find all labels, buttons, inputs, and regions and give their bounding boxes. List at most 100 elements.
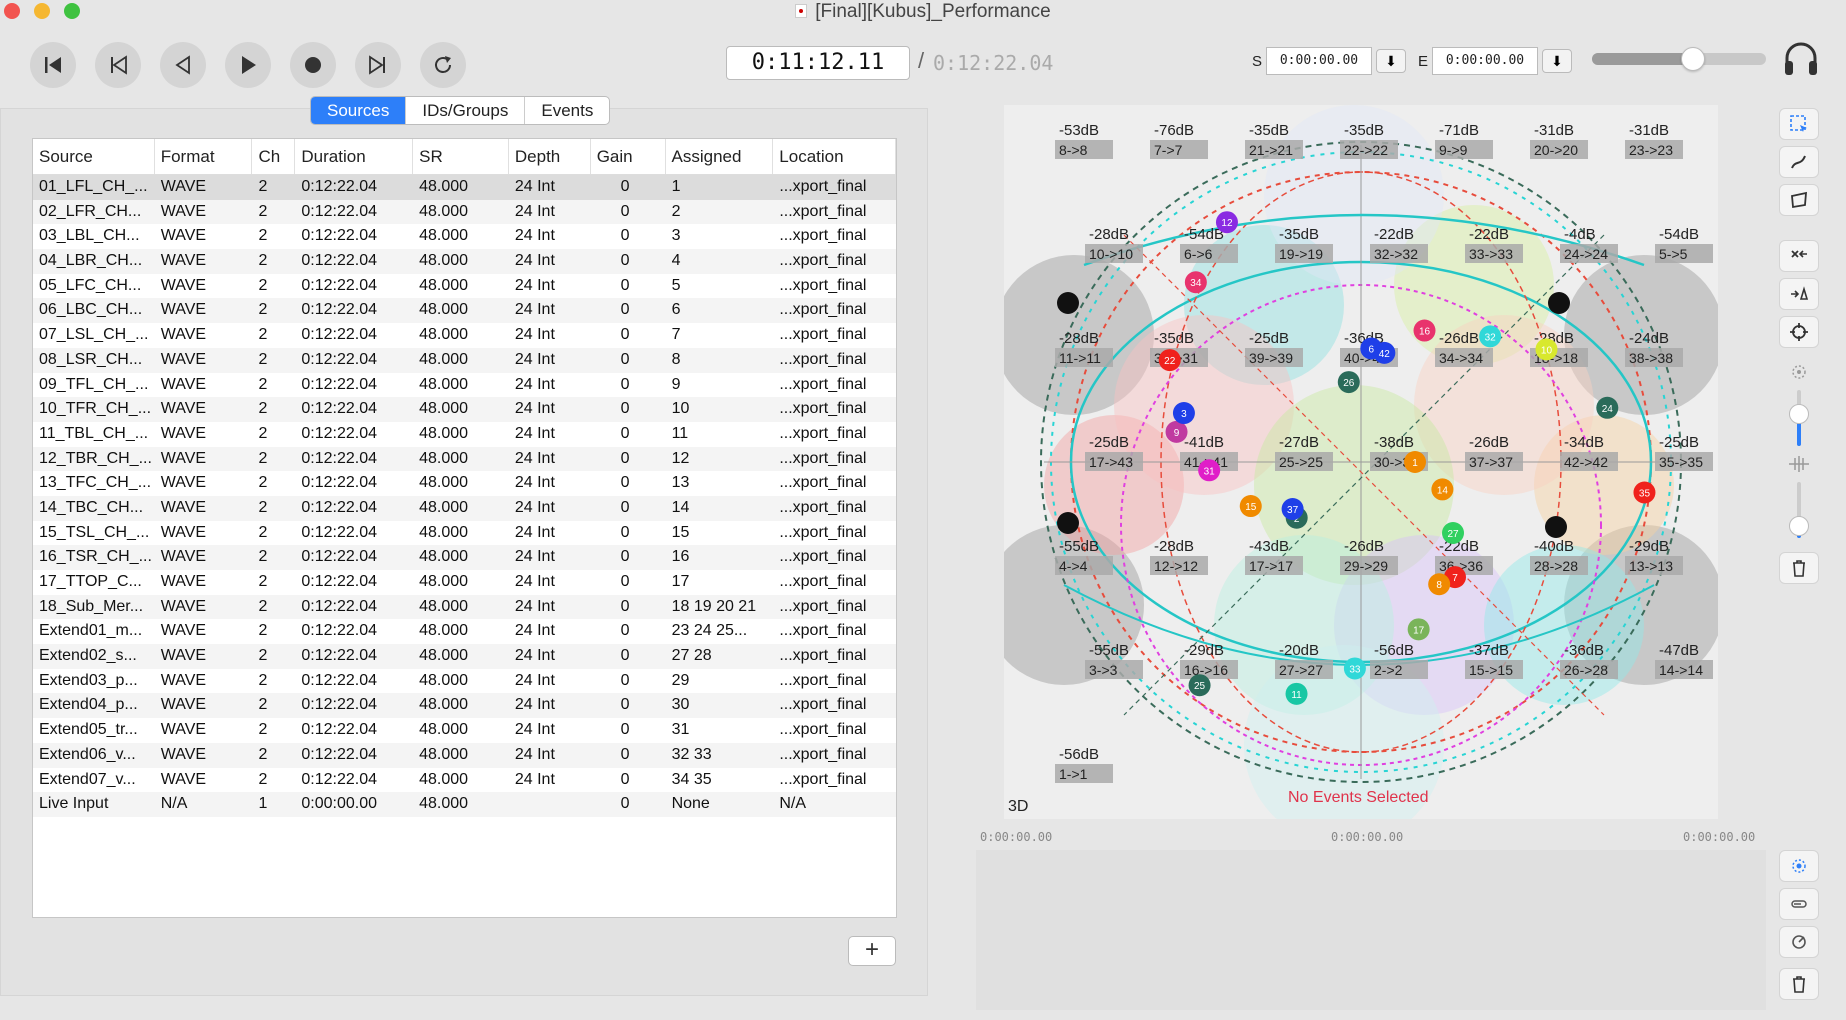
current-time-field[interactable]: 0:11:12.11	[726, 46, 910, 80]
start-time-field[interactable]: 0:00:00.00	[1266, 47, 1372, 75]
table-row[interactable]: 09_TFL_CH_... WAVE 2 0:12:22.04 48.000 24 Int…	[33, 372, 896, 398]
delete-tool[interactable]	[1779, 552, 1819, 584]
table-row[interactable]: 01_LFL_CH_... WAVE 2 0:12:22.04 48.000 24 Int…	[33, 175, 896, 200]
draw-path-tool[interactable]	[1779, 146, 1819, 178]
next-marker-button[interactable]	[355, 42, 401, 88]
table-row[interactable]: 03_LBL_CH... WAVE 2 0:12:22.04 48.000 24 Int 0…	[33, 224, 896, 250]
table-row[interactable]: 07_LSL_CH_... WAVE 2 0:12:22.04 48.000 24 Int…	[33, 323, 896, 348]
column-header-gain[interactable]: Gain	[591, 139, 666, 174]
cell-location: ...xport_final	[779, 474, 867, 492]
select-tool[interactable]	[1779, 108, 1819, 140]
cell-ch: 2	[258, 449, 268, 467]
previous-marker-button[interactable]	[95, 42, 141, 88]
table-row[interactable]: Live Input N/A 1 0:00:00.00 48.000 0 None N/A	[33, 792, 896, 817]
shape-tool[interactable]	[1779, 184, 1819, 216]
record-button[interactable]	[290, 42, 336, 88]
play-button[interactable]	[225, 42, 271, 88]
clear-tool[interactable]	[1779, 240, 1819, 272]
speaker-map-label: 4->4	[1059, 558, 1088, 574]
cell-sr: 48.000	[419, 202, 469, 220]
volume-knob[interactable]	[1680, 47, 1705, 71]
table-row[interactable]: 04_LBR_CH... WAVE 2 0:12:22.04 48.000 24 Int 0…	[33, 249, 896, 274]
table-row[interactable]: Extend05_tr... WAVE 2 0:12:22.04 48.000 24 In…	[33, 718, 896, 743]
cell-assigned: 10	[671, 400, 690, 418]
spread-slider[interactable]	[1789, 482, 1809, 538]
zoom-slider[interactable]	[1789, 390, 1809, 446]
speaker-map-label: 9->9	[1439, 142, 1468, 158]
cell-ch: 2	[258, 227, 268, 245]
table-row[interactable]: 10_TFR_CH_... WAVE 2 0:12:22.04 48.000 24 Int…	[33, 397, 896, 422]
table-row[interactable]: 15_TSL_CH_... WAVE 2 0:12:22.04 48.000 24 Int…	[33, 520, 896, 546]
table-row[interactable]: Extend06_v... WAVE 2 0:12:22.04 48.000 24 Int…	[33, 742, 896, 768]
target-tool[interactable]	[1779, 316, 1819, 348]
cell-assigned: 16	[671, 548, 690, 566]
speaker-map-label: 5->5	[1659, 246, 1688, 262]
speaker-map-label: 10->10	[1089, 246, 1133, 262]
table-row[interactable]: 16_TSR_CH_... WAVE 2 0:12:22.04 48.000 24 Int…	[33, 545, 896, 570]
skip-to-start-button[interactable]	[30, 42, 76, 88]
speaker-db-label: -53dB	[1059, 122, 1099, 139]
table-row[interactable]: 02_LFR_CH... WAVE 2 0:12:22.04 48.000 24 Int 0…	[33, 199, 896, 225]
cell-ch: 2	[258, 597, 268, 615]
step-back-button[interactable]	[160, 42, 206, 88]
table-row[interactable]: 14_TBC_CH... WAVE 2 0:12:22.04 48.000 24 Int 0…	[33, 495, 896, 521]
table-row[interactable]: 11_TBL_CH_... WAVE 2 0:12:22.04 48.000 24 Int…	[33, 421, 896, 447]
column-header-location[interactable]: Location	[773, 139, 896, 174]
set-start-button[interactable]: ⬇	[1376, 49, 1406, 73]
cell-format: WAVE	[160, 622, 207, 640]
table-row[interactable]: 12_TBR_CH_... WAVE 2 0:12:22.04 48.000 24 Int…	[33, 446, 896, 472]
headphones-icon[interactable]	[1782, 40, 1820, 78]
column-header-source[interactable]: Source	[33, 139, 155, 174]
cell-sr: 48.000	[419, 548, 469, 566]
table-row[interactable]: Extend03_p... WAVE 2 0:12:22.04 48.000 24 Int…	[33, 668, 896, 694]
column-header-sr[interactable]: SR	[413, 139, 509, 174]
cell-source: 13_TFC_CH_...	[39, 474, 152, 492]
cell-sr: 48.000	[419, 597, 469, 615]
timeline-delete-tool[interactable]	[1779, 968, 1819, 1000]
table-row[interactable]: Extend02_s... WAVE 2 0:12:22.04 48.000 24 Int…	[33, 644, 896, 669]
table-row[interactable]: Extend01_m... WAVE 2 0:12:22.04 48.000 24 Int…	[33, 619, 896, 645]
column-header-format[interactable]: Format	[155, 139, 253, 174]
speaker-add-tool[interactable]	[1779, 278, 1819, 310]
spatial-3d-view[interactable]: -53dB 8->8 -76dB 7->7 -35dB 21->21 -35dB 22->22…	[1004, 105, 1718, 819]
column-header-depth[interactable]: Depth	[509, 139, 591, 174]
table-row[interactable]: 13_TFC_CH_... WAVE 2 0:12:22.04 48.000 24 Int…	[33, 471, 896, 496]
end-time-field[interactable]: 0:00:00.00	[1432, 47, 1538, 75]
tab-sources[interactable]: Sources	[311, 97, 407, 124]
speaker-db-label: -24dB	[1629, 330, 1669, 347]
cell-source: 02_LFR_CH...	[39, 202, 142, 220]
cell-format: WAVE	[160, 770, 207, 788]
add-source-button[interactable]: +	[848, 936, 896, 966]
table-row[interactable]: 17_TTOP_C... WAVE 2 0:12:22.04 48.000 24 Int 0…	[33, 570, 896, 595]
loop-button[interactable]	[420, 42, 466, 88]
timeline-select-tool[interactable]	[1779, 850, 1819, 882]
table-row[interactable]: 06_LBC_CH... WAVE 2 0:12:22.04 48.000 24 Int 0…	[33, 298, 896, 324]
cell-duration: 0:12:22.04	[301, 671, 377, 689]
speaker-db-label: -25dB	[1249, 330, 1289, 347]
tab-events[interactable]: Events	[525, 97, 609, 124]
cell-depth: 24 Int	[514, 696, 555, 714]
set-end-button[interactable]: ⬇	[1542, 49, 1572, 73]
tab-ids-groups[interactable]: IDs/Groups	[406, 97, 526, 124]
cell-gain: 0	[620, 227, 630, 245]
timeline-fade-tool[interactable]	[1779, 888, 1819, 920]
volume-slider[interactable]	[1592, 47, 1766, 71]
zoom-slider-knob[interactable]	[1789, 404, 1809, 424]
column-header-ch[interactable]: Ch	[252, 139, 296, 174]
spread-slider-knob[interactable]	[1789, 516, 1809, 536]
speaker-db-label: -37dB	[1469, 642, 1509, 659]
cell-location: ...xport_final	[779, 227, 867, 245]
total-time: 0:12:22.04	[933, 51, 1054, 75]
table-row[interactable]: Extend04_p... WAVE 2 0:12:22.04 48.000 24 Int…	[33, 693, 896, 719]
table-row[interactable]: 18_Sub_Mer... WAVE 2 0:12:22.04 48.000 24 Int…	[33, 594, 896, 620]
table-row[interactable]: 05_LFC_CH... WAVE 2 0:12:22.04 48.000 24 Int 0…	[33, 273, 896, 299]
cell-assigned: None	[671, 795, 710, 813]
table-row[interactable]: Extend07_v... WAVE 2 0:12:22.04 48.000 24 Int…	[33, 767, 896, 793]
cell-ch: 2	[258, 375, 268, 393]
table-row[interactable]: 08_LSR_CH... WAVE 2 0:12:22.04 48.000 24 Int 0…	[33, 347, 896, 373]
timeline-loop-tool[interactable]	[1779, 926, 1819, 958]
speaker-db-label: -4dB	[1564, 226, 1596, 243]
column-header-duration[interactable]: Duration	[295, 139, 414, 174]
timeline-area[interactable]	[976, 850, 1766, 1010]
column-header-assigned[interactable]: Assigned	[666, 139, 774, 174]
